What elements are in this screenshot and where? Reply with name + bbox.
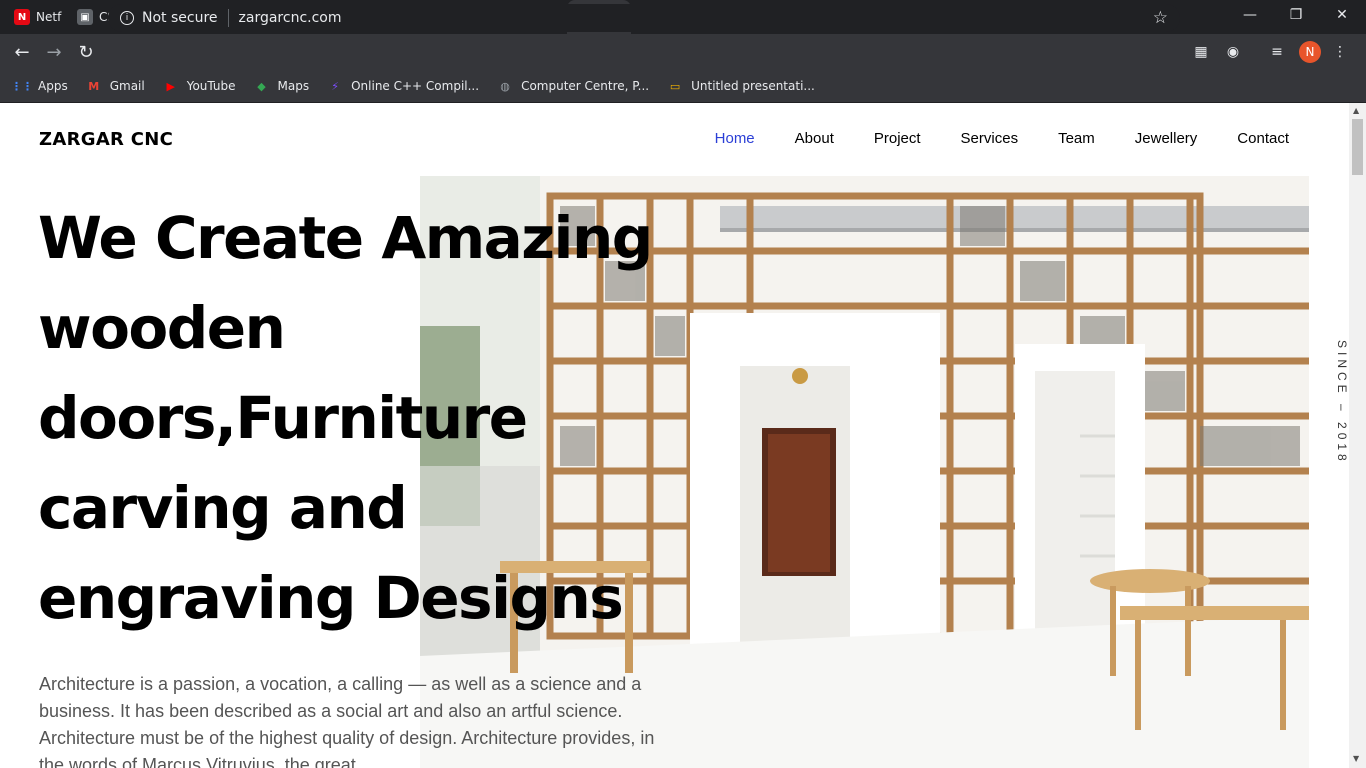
bookmark-label: Untitled presentati... bbox=[691, 79, 815, 93]
headline-line: carving and bbox=[38, 474, 408, 542]
main-nav: Home About Project Services Team Jewellery Con… bbox=[715, 130, 1289, 147]
nav-link-about[interactable]: About bbox=[795, 130, 834, 147]
bookmark-star-icon[interactable]: ☆ bbox=[1153, 8, 1168, 28]
bookmark-item[interactable]: ▭ Untitled presentati... bbox=[667, 78, 815, 94]
bookmark-label: YouTube bbox=[186, 79, 236, 93]
omnibox-divider bbox=[227, 9, 229, 27]
site-logo[interactable]: ZARGAR CNC bbox=[39, 129, 173, 150]
menu-kebab-icon[interactable]: ⋮ bbox=[1330, 42, 1350, 62]
gmail-icon: M bbox=[88, 79, 100, 93]
bolt-icon: ⚡ bbox=[331, 79, 339, 93]
bookmark-item[interactable]: ◍ Computer Centre, P... bbox=[497, 78, 649, 94]
extension-eyes-icon[interactable]: ◉ bbox=[1223, 42, 1243, 62]
security-label[interactable]: Not secure bbox=[142, 10, 218, 26]
headline-line: engraving Designs bbox=[38, 564, 624, 632]
reload-icon[interactable]: ↻ bbox=[70, 36, 102, 68]
youtube-icon: ▶ bbox=[166, 79, 175, 93]
scroll-down-arrow-icon[interactable]: ▼ bbox=[1353, 754, 1359, 763]
tab-label: Netf bbox=[36, 10, 62, 24]
bookmark-item[interactable]: ⋮⋮ Apps bbox=[11, 78, 68, 94]
headline-line: We Create Amazing bbox=[38, 204, 653, 272]
bookmark-label: Online C++ Compil... bbox=[351, 79, 480, 93]
restore-icon[interactable]: ❐ bbox=[1273, 0, 1319, 30]
apps-grid-icon: ⋮⋮ bbox=[11, 79, 33, 93]
bookmark-label: Apps bbox=[38, 79, 68, 93]
headline-line: wooden bbox=[38, 294, 286, 362]
minimize-icon[interactable]: — bbox=[1227, 0, 1273, 30]
info-icon[interactable]: i bbox=[120, 11, 134, 25]
hero-description: Architecture is a passion, a vocation, a… bbox=[39, 674, 655, 768]
bookmark-label: Gmail bbox=[109, 79, 145, 93]
hero-headline: We Create Amazing wooden doors,Furniture ca… bbox=[38, 193, 698, 643]
browser-toolbar: ← → ↻ bbox=[0, 34, 1366, 70]
bookmark-label: Maps bbox=[277, 79, 310, 93]
back-arrow-icon[interactable]: ← bbox=[6, 36, 38, 68]
close-window-icon[interactable]: ✕ bbox=[1319, 0, 1365, 30]
nav-link-jewellery[interactable]: Jewellery bbox=[1135, 130, 1198, 147]
nav-link-home[interactable]: Home bbox=[715, 130, 755, 147]
classroom-icon: ▣ bbox=[77, 9, 93, 25]
address-bar[interactable]: i Not secure zargarcnc.com ☆ bbox=[108, 4, 1180, 32]
maps-pin-icon: ◆ bbox=[257, 79, 266, 93]
since-year-label: SINCE – 2018 bbox=[1335, 340, 1349, 465]
page-viewport: ZARGAR CNC Home About Project Services Team J… bbox=[0, 103, 1349, 768]
scroll-up-arrow-icon[interactable]: ▲ bbox=[1353, 106, 1359, 115]
nav-link-contact[interactable]: Contact bbox=[1237, 130, 1289, 147]
headline-line: doors,Furniture bbox=[38, 384, 528, 452]
netflix-icon: N bbox=[14, 9, 30, 25]
bookmark-item[interactable]: M Gmail bbox=[86, 78, 145, 94]
profile-avatar[interactable]: N bbox=[1299, 41, 1321, 63]
nav-link-team[interactable]: Team bbox=[1058, 130, 1095, 147]
nav-link-project[interactable]: Project bbox=[874, 130, 921, 147]
bookmark-item[interactable]: ▶ YouTube bbox=[163, 78, 236, 94]
slides-icon: ▭ bbox=[669, 79, 681, 93]
bookmarks-bar: ⋮⋮ Apps M Gmail ▶ YouTube ◆ Maps ⚡ Online C++ Com… bbox=[0, 70, 1366, 102]
bookmark-item[interactable]: ◆ Maps bbox=[254, 78, 310, 94]
extension-calculator-icon[interactable]: ▦ bbox=[1191, 42, 1211, 62]
forward-arrow-icon[interactable]: → bbox=[38, 36, 70, 68]
browser-tab[interactable]: N Netf bbox=[0, 0, 63, 34]
bookmark-item[interactable]: ⚡ Online C++ Compil... bbox=[327, 78, 479, 94]
bookmark-label: Computer Centre, P... bbox=[521, 79, 650, 93]
media-queue-icon[interactable]: ≡ bbox=[1267, 42, 1287, 62]
page-scrollbar[interactable]: ▲ ▼ bbox=[1349, 103, 1366, 768]
globe-icon: ◍ bbox=[500, 79, 510, 93]
url-text[interactable]: zargarcnc.com bbox=[239, 10, 342, 26]
nav-link-services[interactable]: Services bbox=[961, 130, 1019, 147]
scrollbar-thumb[interactable] bbox=[1352, 119, 1363, 175]
